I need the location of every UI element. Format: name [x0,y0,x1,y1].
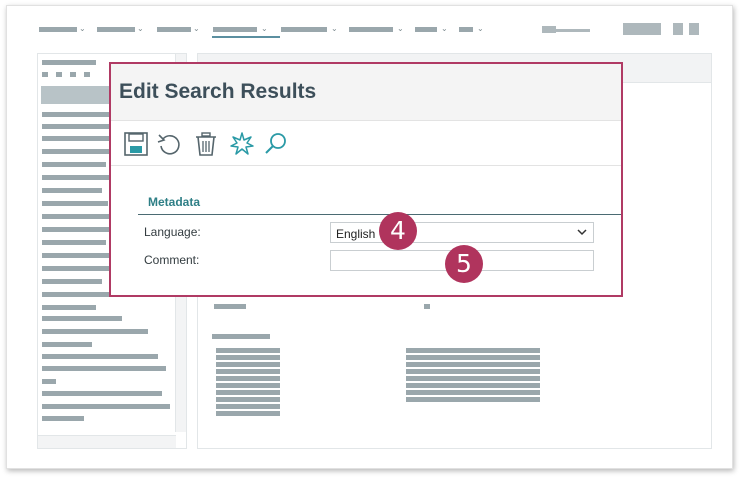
toolbar-button[interactable] [623,23,661,35]
dialog-title: Edit Search Results [119,80,317,103]
save-icon [124,132,148,156]
highlight-button[interactable] [227,128,257,158]
tree-item[interactable] [42,253,114,258]
tree-item[interactable] [42,162,106,167]
menu-item[interactable]: ⌄ [459,23,499,37]
save-button[interactable] [121,128,151,158]
edit-search-results-dialog: Edit Search Results Metadata Language: E… [109,62,623,297]
tree-toolbar-dot[interactable] [70,72,76,77]
tree-item[interactable] [42,240,106,245]
tree-header [42,60,96,65]
language-select[interactable]: English [330,222,594,243]
tree-item[interactable] [42,329,148,334]
chevron-down-icon [577,229,587,236]
comment-label: Comment: [144,253,200,267]
tree-item[interactable] [42,227,112,232]
tree-item[interactable] [42,379,56,384]
tree-item[interactable] [42,416,84,421]
tree-item[interactable] [42,279,102,284]
tree-toolbar-dot[interactable] [42,72,48,77]
tree-toolbar-dot[interactable] [84,72,90,77]
menu-item[interactable]: ⌄ [157,23,205,37]
tree-item[interactable] [42,136,117,141]
tree-item[interactable] [42,175,110,180]
delete-icon [196,132,216,156]
undo-icon [157,134,180,155]
language-value: English [336,227,376,241]
dialog-header: Edit Search Results [111,64,621,121]
tree-item[interactable] [42,366,166,371]
dialog-toolbar [111,121,621,166]
content-heading [212,334,270,339]
tree-item[interactable] [42,391,162,396]
content-field [424,304,430,309]
menu-item[interactable]: ⌄ [39,23,91,37]
toolbar-button[interactable] [689,23,699,35]
metadata-section-title: Metadata [148,195,201,209]
menu-item[interactable]: ⌄ [281,23,343,37]
tree-item[interactable] [42,404,170,409]
tree-item[interactable] [42,112,117,117]
tree-item[interactable] [42,214,114,219]
content-field [214,304,246,309]
step-badge-4: 4 [379,212,417,250]
toolbar-block [542,26,556,33]
content-text-block [216,348,280,418]
menu-item[interactable]: ⌄ [97,23,149,37]
tree-item[interactable] [42,354,158,359]
delete-button[interactable] [191,128,221,158]
sparkle-icon [230,132,254,155]
language-label: Language: [144,225,201,239]
tree-item[interactable] [42,201,108,206]
toolbar-button[interactable] [673,23,683,35]
tree-item[interactable] [42,124,117,129]
tree-item[interactable] [42,266,112,271]
tree-item[interactable] [42,316,122,321]
tree-item[interactable] [42,305,96,310]
content-text-block [406,348,540,404]
section-divider [138,214,621,215]
tree-horizontal-scrollbar[interactable] [38,435,176,448]
tree-item[interactable] [42,292,116,297]
tree-item[interactable] [42,342,92,347]
search-icon [265,133,286,154]
tree-item[interactable] [42,188,102,193]
menu-item[interactable]: ⌄ [213,23,275,37]
tree-toolbar-dot[interactable] [56,72,62,77]
menu-item[interactable]: ⌄ [415,23,455,37]
tree-item[interactable] [42,149,117,154]
search-button[interactable] [261,128,291,158]
step-badge-5: 5 [445,245,483,283]
toolbar-block [556,29,590,32]
menu-item[interactable]: ⌄ [349,23,409,37]
menu-active-indicator [212,36,280,38]
undo-button[interactable] [155,128,185,158]
